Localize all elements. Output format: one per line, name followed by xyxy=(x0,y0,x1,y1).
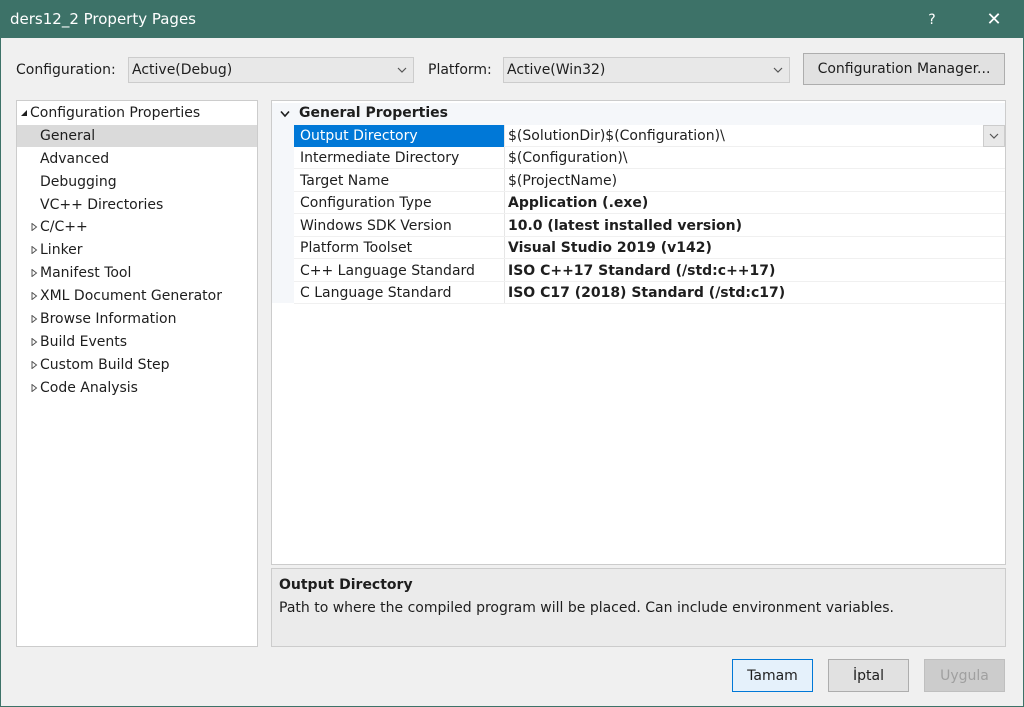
platform-value: Active(Win32) xyxy=(507,62,606,78)
expanded-triangle-icon[interactable] xyxy=(19,102,29,124)
tree-item-label: General xyxy=(40,128,96,144)
tree-item-c-cpp[interactable]: C/C++ xyxy=(17,216,257,238)
property-value[interactable]: ISO C++17 Standard (/std:c++17) xyxy=(508,260,775,282)
section-title: General Properties xyxy=(299,105,448,121)
apply-button[interactable]: Uygula xyxy=(924,659,1005,692)
close-icon: ✕ xyxy=(986,9,1002,30)
property-tree: Configuration Properties General Advance… xyxy=(16,100,258,647)
tree-item-label: Manifest Tool xyxy=(40,265,132,281)
tree-item-label: C/C++ xyxy=(40,219,88,235)
platform-dropdown[interactable]: Active(Win32) xyxy=(503,57,790,83)
tree-item-label: Custom Build Step xyxy=(40,357,170,373)
property-value[interactable]: $(SolutionDir)$(Configuration)\ xyxy=(508,125,725,147)
property-name: Output Directory xyxy=(294,125,504,147)
property-name: Intermediate Directory xyxy=(300,150,460,166)
collapsed-triangle-icon[interactable] xyxy=(29,331,39,353)
window-title: ders12_2 Property Pages xyxy=(10,10,196,28)
property-value[interactable]: Application (.exe) xyxy=(508,192,648,214)
property-name: C++ Language Standard xyxy=(300,263,475,279)
chevron-down-icon xyxy=(989,133,999,139)
property-name: Platform Toolset xyxy=(300,240,413,256)
tree-item-label: Code Analysis xyxy=(40,380,138,396)
configuration-manager-button[interactable]: Configuration Manager... xyxy=(803,53,1005,85)
property-name: Configuration Type xyxy=(300,195,432,211)
tree-item-browse-information[interactable]: Browse Information xyxy=(17,308,257,330)
description-text: Path to where the compiled program will … xyxy=(279,600,894,616)
tree-item-general[interactable]: General xyxy=(17,125,257,147)
tree-item-build-events[interactable]: Build Events xyxy=(17,331,257,353)
tree-item-linker[interactable]: Linker xyxy=(17,239,257,261)
property-value[interactable]: $(ProjectName) xyxy=(508,170,617,192)
property-grid: General Properties Output Directory $(So… xyxy=(271,100,1006,565)
tree-item-code-analysis[interactable]: Code Analysis xyxy=(17,377,257,399)
collapsed-triangle-icon[interactable] xyxy=(29,285,39,307)
description-pane: Output Directory Path to where the compi… xyxy=(271,568,1006,647)
title-bar[interactable]: ders12_2 Property Pages ? ✕ xyxy=(1,1,1023,38)
collapsed-triangle-icon[interactable] xyxy=(29,308,39,330)
grid-gutter xyxy=(272,125,294,303)
tree-item-custom-build-step[interactable]: Custom Build Step xyxy=(17,354,257,376)
value-dropdown-button[interactable] xyxy=(983,125,1005,147)
tree-item-manifest-tool[interactable]: Manifest Tool xyxy=(17,262,257,284)
configuration-dropdown[interactable]: Active(Debug) xyxy=(128,57,414,83)
close-button[interactable]: ✕ xyxy=(971,1,1017,38)
property-row-output-directory[interactable]: Output Directory $(SolutionDir)$(Configu… xyxy=(294,125,1005,147)
description-title: Output Directory xyxy=(279,577,413,593)
property-value[interactable]: $(Configuration)\ xyxy=(508,147,628,169)
tree-item-vc-directories[interactable]: VC++ Directories xyxy=(17,194,257,216)
cancel-button[interactable]: İptal xyxy=(828,659,909,692)
property-value[interactable]: ISO C17 (2018) Standard (/std:c17) xyxy=(508,282,785,304)
collapsed-triangle-icon[interactable] xyxy=(29,239,39,261)
collapsed-triangle-icon[interactable] xyxy=(29,262,39,284)
chevron-down-icon xyxy=(771,62,785,78)
property-row-configuration-type[interactable]: Configuration Type Application (.exe) xyxy=(294,192,1005,214)
property-row-intermediate-directory[interactable]: Intermediate Directory $(Configuration)\ xyxy=(294,147,1005,169)
section-header-general-properties[interactable]: General Properties xyxy=(272,103,1005,125)
property-name: C Language Standard xyxy=(300,285,452,301)
collapse-chevron-icon[interactable] xyxy=(280,110,290,118)
tree-item-label: Build Events xyxy=(40,334,127,350)
platform-label: Platform: xyxy=(428,62,492,78)
property-pages-dialog: ders12_2 Property Pages ? ✕ Configuratio… xyxy=(0,0,1024,707)
tree-item-label: Linker xyxy=(40,242,83,258)
configuration-label: Configuration: xyxy=(16,62,116,78)
tree-item-advanced[interactable]: Advanced xyxy=(17,148,257,170)
help-button[interactable]: ? xyxy=(909,1,955,38)
property-name: Windows SDK Version xyxy=(300,218,452,234)
tree-item-label: Advanced xyxy=(40,151,110,167)
tree-item-xml-document-generator[interactable]: XML Document Generator xyxy=(17,285,257,307)
collapsed-triangle-icon[interactable] xyxy=(29,377,39,399)
configuration-value: Active(Debug) xyxy=(132,62,233,78)
ok-button[interactable]: Tamam xyxy=(732,659,813,692)
tree-item-debugging[interactable]: Debugging xyxy=(17,171,257,193)
property-value[interactable]: Visual Studio 2019 (v142) xyxy=(508,237,712,259)
tree-item-label: Browse Information xyxy=(40,311,177,327)
collapsed-triangle-icon[interactable] xyxy=(29,216,39,238)
property-row-target-name[interactable]: Target Name $(ProjectName) xyxy=(294,170,1005,192)
tree-item-label: Debugging xyxy=(40,174,117,190)
tree-item-label: XML Document Generator xyxy=(40,288,222,304)
property-row-c-language-standard[interactable]: C Language Standard ISO C17 (2018) Stand… xyxy=(294,282,1005,304)
property-value[interactable]: 10.0 (latest installed version) xyxy=(508,215,742,237)
property-name: Target Name xyxy=(300,173,390,189)
collapsed-triangle-icon[interactable] xyxy=(29,354,39,376)
help-icon: ? xyxy=(928,11,936,28)
property-row-platform-toolset[interactable]: Platform Toolset Visual Studio 2019 (v14… xyxy=(294,237,1005,259)
property-row-windows-sdk-version[interactable]: Windows SDK Version 10.0 (latest install… xyxy=(294,215,1005,237)
tree-item-label: Configuration Properties xyxy=(30,105,201,121)
tree-item-label: VC++ Directories xyxy=(40,197,164,213)
chevron-down-icon xyxy=(395,62,409,78)
tree-item-configuration-properties[interactable]: Configuration Properties xyxy=(17,102,257,124)
property-row-cpp-language-standard[interactable]: C++ Language Standard ISO C++17 Standard… xyxy=(294,260,1005,282)
